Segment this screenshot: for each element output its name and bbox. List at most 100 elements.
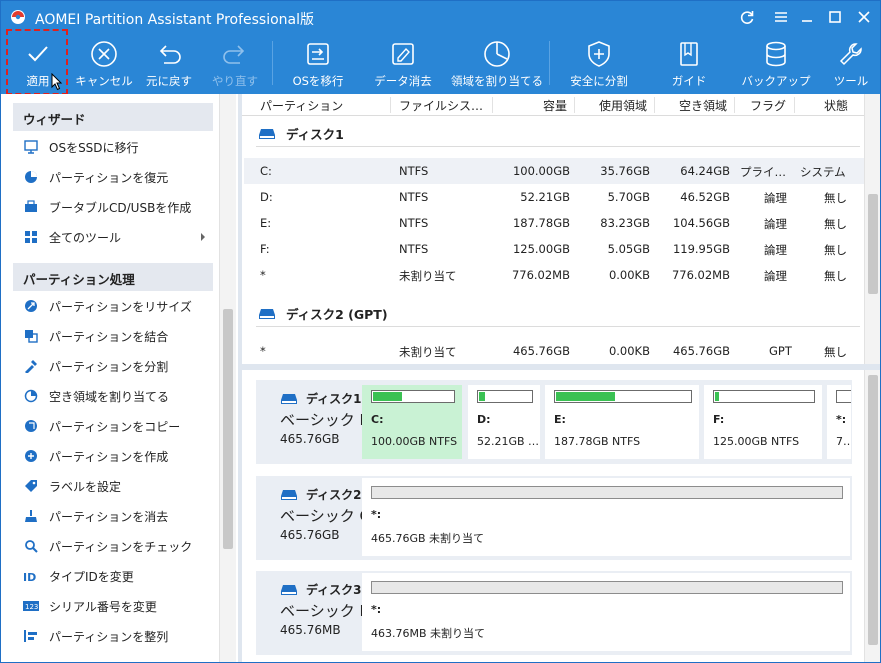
sidebar-item-split[interactable]: パーティションを分割 <box>23 356 168 376</box>
window-title: AOMEI Partition Assistant Professional版 <box>35 12 315 28</box>
disk-card[interactable]: ディスク1 ベーシック MBR 465.76GB C: 100.00GB NTF… <box>256 380 852 464</box>
wizard-section-title: ウィザード <box>13 103 213 131</box>
shield-plus-icon <box>588 41 610 67</box>
disk-type: ベーシック MBR <box>280 602 362 620</box>
sidebar-scroll-thumb[interactable] <box>223 309 233 549</box>
column-header[interactable]: パーティション <box>260 97 343 114</box>
refresh-icon[interactable] <box>737 7 757 27</box>
sidebar-item-restore-partition[interactable]: パーティションを復元 <box>23 167 168 187</box>
disk-card[interactable]: ディスク3 ベーシック MBR 465.76MB *: 463.76MB 未割り… <box>256 571 852 655</box>
guide-button[interactable]: ガイド <box>655 33 723 93</box>
sidebar-item-align[interactable]: パーティションを整列 <box>23 626 168 646</box>
disk-name: ディスク2 <box>306 488 362 502</box>
create-icon <box>23 448 39 464</box>
maximize-icon[interactable] <box>825 7 845 27</box>
close-icon[interactable] <box>854 7 874 27</box>
partition-list: パーティション ファイルシス… 容量 使用領域 空き領域 フラグ 状態 ディスク… <box>242 94 880 364</box>
list-scroll-thumb[interactable] <box>868 194 878 294</box>
sidebar-scrollbar[interactable] <box>219 94 236 662</box>
sidebar-item-merge[interactable]: パーティションを結合 <box>23 326 168 346</box>
redo-icon <box>223 45 245 64</box>
disk1-header[interactable]: ディスク1 <box>258 124 344 143</box>
sidebar: ウィザード OSをSSDに移行 パーティションを復元 ブータブルCD/USBを作… <box>1 94 238 662</box>
column-header[interactable]: ファイルシス… <box>399 97 483 114</box>
column-header[interactable]: フラグ <box>750 97 786 114</box>
sidebar-item-label: ブータブルCD/USBを作成 <box>49 200 192 215</box>
partition-block[interactable]: C: 100.00GB NTFS <box>362 385 462 459</box>
safe-split-button[interactable]: 安全に分割 <box>561 33 637 93</box>
sidebar-item-serial[interactable]: 123 シリアル番号を変更 <box>23 596 157 616</box>
minimize-icon[interactable] <box>797 7 817 27</box>
sidebar-item-create[interactable]: パーティションを作成 <box>23 446 168 466</box>
migrate-os-button[interactable]: OSを移行 <box>285 33 351 93</box>
map-scroll-thumb[interactable] <box>868 375 878 645</box>
undo-button[interactable]: 元に戻す <box>139 33 199 93</box>
unallocated-bar <box>371 581 843 594</box>
disk-card[interactable]: ディスク2 ベーシック GPT 465.76GB *: 465.76GB 未割り… <box>256 476 852 560</box>
table-row[interactable]: E: NTFS 187.78GB 83.23GB 104.56GB 論理 無し <box>244 210 864 236</box>
disk-name: ディスク1 <box>306 392 362 406</box>
disk-type: ベーシック MBR <box>280 411 362 429</box>
disk-size: 465.76MB <box>280 623 341 637</box>
allocate-icon <box>23 388 39 404</box>
sidebar-item-resize[interactable]: パーティションをリサイズ <box>23 296 192 316</box>
sidebar-item-allocate[interactable]: 空き領域を割り当てる <box>23 386 169 406</box>
backup-button[interactable]: バックアップ <box>735 33 817 93</box>
sidebar-item-wipe[interactable]: パーティションを消去 <box>23 506 168 526</box>
partition-block[interactable]: E: 187.78GB NTFS <box>545 385 699 459</box>
sidebar-item-label: パーティションをコピー <box>49 419 181 434</box>
sidebar-item-label: OSをSSDに移行 <box>49 140 139 155</box>
sidebar-item-label: パーティションを作成 <box>49 449 169 464</box>
pie-restore-icon <box>23 169 39 185</box>
sidebar-item-label: ラベルを設定 <box>49 479 122 494</box>
bootable-media-icon <box>23 199 39 215</box>
undo-icon <box>159 45 181 64</box>
sidebar-item-label-set[interactable]: ラベルを設定 <box>23 476 121 496</box>
sidebar-item-all-tools[interactable]: 全てのツール <box>23 227 211 247</box>
table-row[interactable]: * 未割り当て 776.02MB 0.00KB 776.02MB 論理 無し <box>244 262 864 288</box>
sidebar-item-migrate-os[interactable]: OSをSSDに移行 <box>23 137 139 157</box>
disk2-header[interactable]: ディスク2 (GPT) <box>258 304 388 323</box>
disk-size: 465.76GB <box>280 432 340 446</box>
column-header[interactable]: 状態 <box>824 97 848 114</box>
column-header[interactable]: 使用領域 <box>599 97 647 114</box>
toolbar: 適用 キャンセル 元に戻す やり直す OSを移行 データ消去 領域を割り当てる <box>1 33 880 93</box>
disk-icon <box>281 393 297 404</box>
usage-fill <box>556 392 615 401</box>
list-header: パーティション ファイルシス… 容量 使用領域 空き領域 フラグ 状態 <box>242 94 864 116</box>
menu-icon[interactable] <box>771 7 791 27</box>
sidebar-item-copy[interactable]: パーティションをコピー <box>23 416 180 436</box>
table-row[interactable]: D: NTFS 52.21GB 5.70GB 46.52GB 論理 無し <box>244 184 864 210</box>
cancel-button[interactable]: キャンセル <box>69 33 139 93</box>
partition-block[interactable]: *: 7… <box>827 385 851 459</box>
column-header[interactable]: 空き領域 <box>679 97 727 114</box>
partition-block[interactable]: *: 463.76MB 未割り当て <box>362 573 850 651</box>
sidebar-item-check[interactable]: パーティションをチェック <box>23 536 192 556</box>
disk-icon <box>259 308 275 319</box>
usage-fill <box>479 392 485 401</box>
disk-name: ディスク3 <box>306 583 362 597</box>
sidebar-item-label: タイプIDを変更 <box>49 569 134 584</box>
toolbar-separator <box>272 41 273 85</box>
redo-button[interactable]: やり直す <box>205 33 265 93</box>
map-scrollbar[interactable] <box>864 370 880 662</box>
partition-block[interactable]: F: 125.00GB NTFS <box>704 385 822 459</box>
pie-clock-icon <box>484 41 510 67</box>
list-scrollbar[interactable] <box>864 94 880 364</box>
sidebar-item-type-id[interactable]: ID タイプIDを変更 <box>23 566 134 586</box>
partition-block[interactable]: D: 52.21GB … <box>468 385 540 459</box>
safe-split-label: 安全に分割 <box>570 74 628 88</box>
wipe-data-label: データ消去 <box>374 74 432 88</box>
disk-icon <box>281 584 297 595</box>
table-row[interactable]: * 未割り当て 465.76GB 0.00KB 465.76GB GPT 無し <box>244 338 864 364</box>
sidebar-item-label: パーティションを消去 <box>49 509 169 524</box>
allocate-space-button[interactable]: 領域を割り当てる <box>447 33 547 93</box>
column-header[interactable]: 容量 <box>543 97 567 114</box>
tools-button[interactable]: ツール <box>823 33 879 93</box>
table-row[interactable]: C: NTFS 100.00GB 35.76GB 64.24GB プライ… シス… <box>244 158 864 184</box>
sidebar-item-bootable-media[interactable]: ブータブルCD/USBを作成 <box>23 197 191 217</box>
table-row[interactable]: F: NTFS 125.00GB 5.05GB 119.95GB 論理 無し <box>244 236 864 262</box>
app-window: AOMEI Partition Assistant Professional版 … <box>0 0 881 663</box>
wipe-data-button[interactable]: データ消去 <box>367 33 439 93</box>
partition-block[interactable]: *: 465.76GB 未割り当て <box>362 478 850 556</box>
